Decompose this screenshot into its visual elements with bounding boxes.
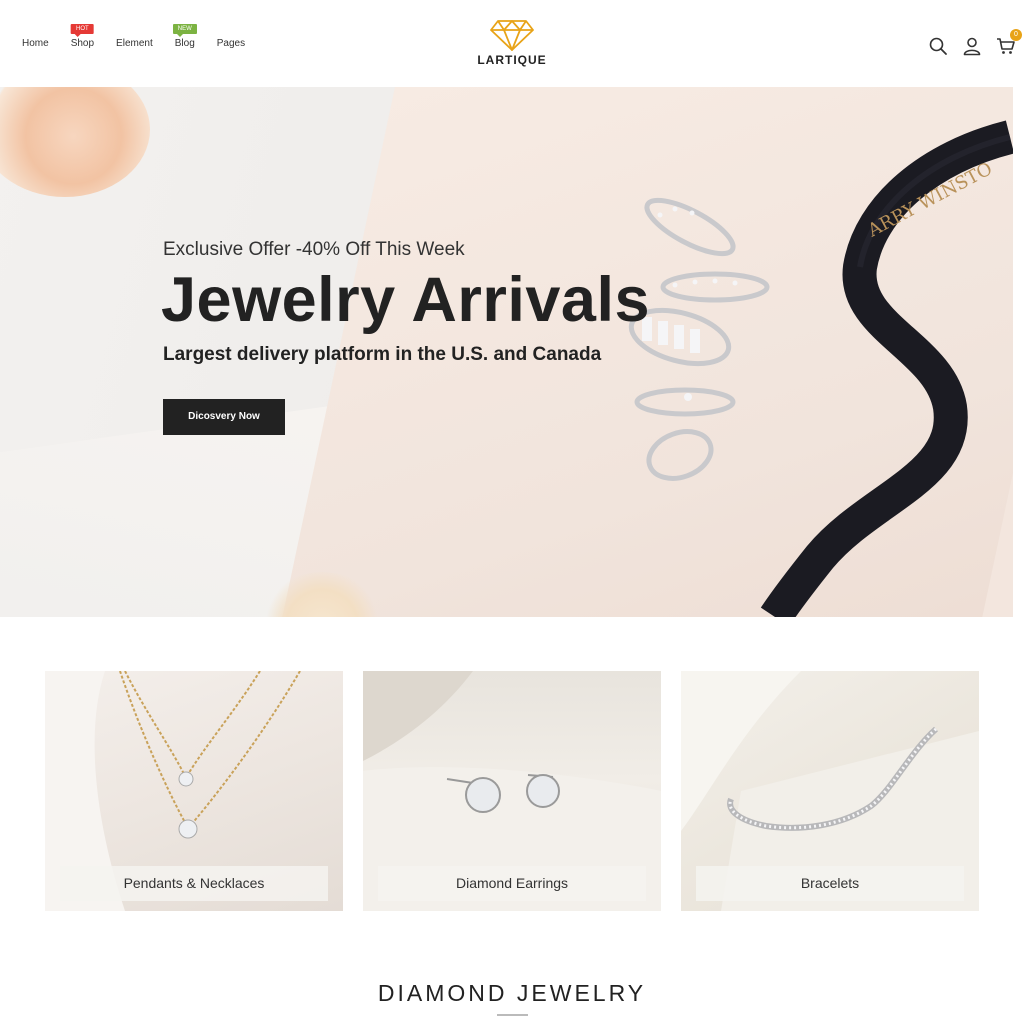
- nav-item-label: Pages: [216, 38, 246, 49]
- category-label: Pendants & Necklaces: [60, 866, 328, 901]
- rings-image: [628, 197, 770, 481]
- user-icon: [963, 37, 981, 56]
- hot-badge: HOT: [71, 24, 94, 37]
- section-title: DIAMOND JEWELRY: [377, 980, 647, 1006]
- nav-item-label: Element: [116, 38, 153, 49]
- main-nav: Home HOT Shop Element NEW Blog Pages: [22, 24, 267, 49]
- site-logo[interactable]: LARTIQUE: [462, 18, 562, 67]
- diamond-logo-icon: [490, 20, 534, 51]
- category-card-earrings[interactable]: Diamond Earrings: [363, 671, 661, 911]
- search-button[interactable]: [928, 36, 948, 56]
- search-icon: [929, 37, 947, 55]
- category-card-bracelets[interactable]: Bracelets: [681, 671, 979, 911]
- nav-item-element[interactable]: Element: [116, 38, 153, 49]
- hero-banner: ARRY WINSTO Exclusive Offer -40% Off Thi…: [0, 87, 1013, 617]
- nav-item-blog[interactable]: NEW Blog: [172, 24, 197, 49]
- nav-item-label: Home: [22, 38, 49, 49]
- new-badge: NEW: [172, 24, 197, 37]
- account-button[interactable]: [962, 36, 982, 56]
- cart-count-badge: 0: [1010, 29, 1022, 41]
- nav-item-home[interactable]: Home: [22, 38, 49, 49]
- nav-item-label: Shop: [70, 38, 95, 49]
- category-label: Diamond Earrings: [378, 866, 646, 901]
- rose-image: [0, 87, 150, 197]
- nav-item-pages[interactable]: Pages: [217, 38, 245, 49]
- brand-name: LARTIQUE: [477, 53, 547, 67]
- cart-button[interactable]: 0: [996, 29, 1022, 56]
- discover-now-button[interactable]: Dicosvery Now: [163, 399, 285, 435]
- nav-item-shop[interactable]: HOT Shop: [70, 24, 95, 49]
- site-header: Home HOT Shop Element NEW Blog Pages LAR…: [0, 0, 1024, 87]
- category-label: Bracelets: [696, 866, 964, 901]
- nav-item-label: Blog: [174, 38, 195, 49]
- hero-title: Jewelry Arrivals: [161, 265, 650, 335]
- category-card-pendants[interactable]: Pendants & Necklaces: [45, 671, 343, 911]
- header-actions: 0: [928, 29, 1022, 56]
- hero-subtitle: Exclusive Offer -40% Off This Week: [163, 239, 465, 260]
- section-divider: [497, 1014, 528, 1016]
- hero-tagline: Largest delivery platform in the U.S. an…: [163, 344, 602, 365]
